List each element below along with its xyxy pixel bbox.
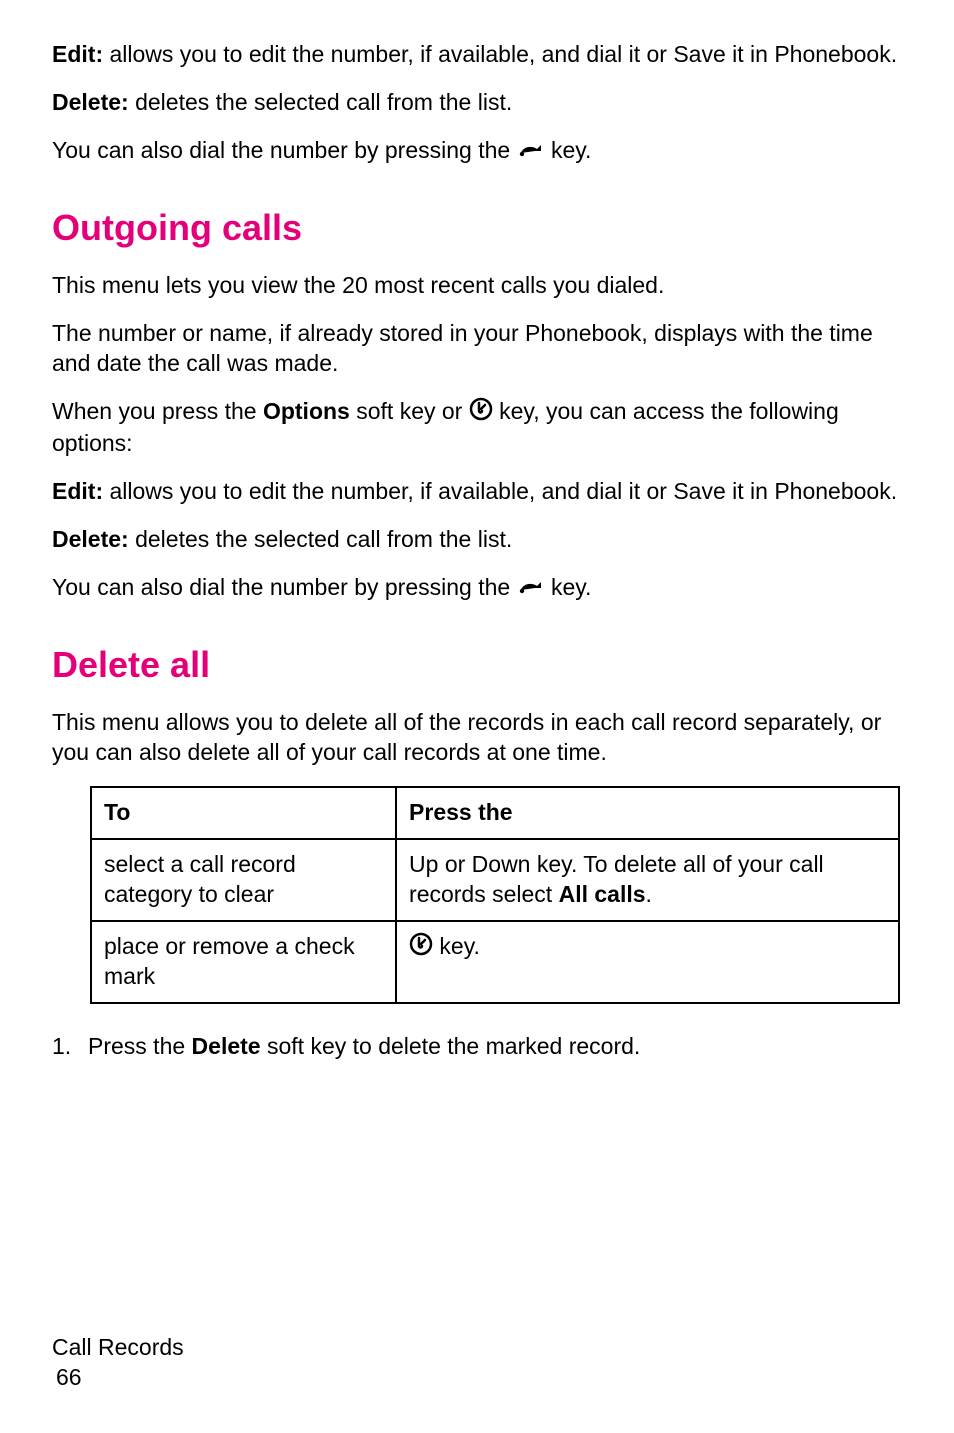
table-header-to: To [91,787,396,839]
table-row: place or remove a check mark key. [91,921,899,1003]
dial-post: key. [551,137,591,163]
ok-key-icon [469,397,493,429]
table-cell-press-1: Up or Down key. To delete all of your ca… [396,839,899,921]
step1-bold: Delete [192,1033,261,1059]
step-number: 1. [52,1032,88,1062]
paragraph-edit-1: Edit: allows you to edit the number, if … [52,40,906,70]
table-header-row: To Press the [91,787,899,839]
opt-pre: When you press the [52,398,263,424]
opt-mid: soft key or [350,398,469,424]
r2c2-text: key. [439,933,479,959]
paragraph-options: When you press the Options soft key or k… [52,397,906,459]
step-body: Press the Delete soft key to delete the … [88,1032,640,1062]
paragraph-outgoing-number: The number or name, if already stored in… [52,319,906,379]
delete-text-2: deletes the selected call from the list. [129,526,513,552]
delete-text: deletes the selected call from the list. [129,89,513,115]
page-footer: Call Records 66 [52,1333,184,1393]
paragraph-outgoing-intro: This menu lets you view the 20 most rece… [52,271,906,301]
paragraph-deleteall-intro: This menu allows you to delete all of th… [52,708,906,768]
table-cell-to-1: select a call record category to clear [91,839,396,921]
paragraph-delete-2: Delete: deletes the selected call from t… [52,525,906,555]
dial-post-2: key. [551,574,591,600]
step1-post: soft key to delete the marked record. [261,1033,641,1059]
table-cell-press-2: key. [396,921,899,1003]
delete-label: Delete: [52,89,129,115]
paragraph-delete-1: Delete: deletes the selected call from t… [52,88,906,118]
numbered-step-1: 1. Press the Delete soft key to delete t… [52,1032,906,1062]
edit-text: allows you to edit the number, if availa… [103,41,897,67]
footer-page-number: 66 [56,1363,184,1393]
heading-delete-all: Delete all [52,642,906,689]
dial-pre: You can also dial the number by pressing… [52,137,517,163]
opt-bold: Options [263,398,350,424]
table-header-press: Press the [396,787,899,839]
delete-label-2: Delete: [52,526,129,552]
ok-key-icon [409,932,433,964]
page: Edit: allows you to edit the number, if … [0,0,954,1433]
r1c2-post: . [646,881,652,907]
paragraph-dial-2: You can also dial the number by pressing… [52,573,906,604]
heading-outgoing-calls: Outgoing calls [52,205,906,252]
edit-label: Edit: [52,41,103,67]
send-key-icon [517,137,545,167]
r1c2-bold: All calls [559,881,646,907]
edit-text-2: allows you to edit the number, if availa… [103,478,897,504]
paragraph-dial-1: You can also dial the number by pressing… [52,136,906,167]
delete-all-table: To Press the select a call record catego… [90,786,900,1003]
send-key-icon [517,574,545,604]
table-cell-to-2: place or remove a check mark [91,921,396,1003]
edit-label-2: Edit: [52,478,103,504]
step1-pre: Press the [88,1033,192,1059]
footer-section: Call Records [52,1333,184,1363]
table-row: select a call record category to clear U… [91,839,899,921]
paragraph-edit-2: Edit: allows you to edit the number, if … [52,477,906,507]
dial-pre-2: You can also dial the number by pressing… [52,574,517,600]
